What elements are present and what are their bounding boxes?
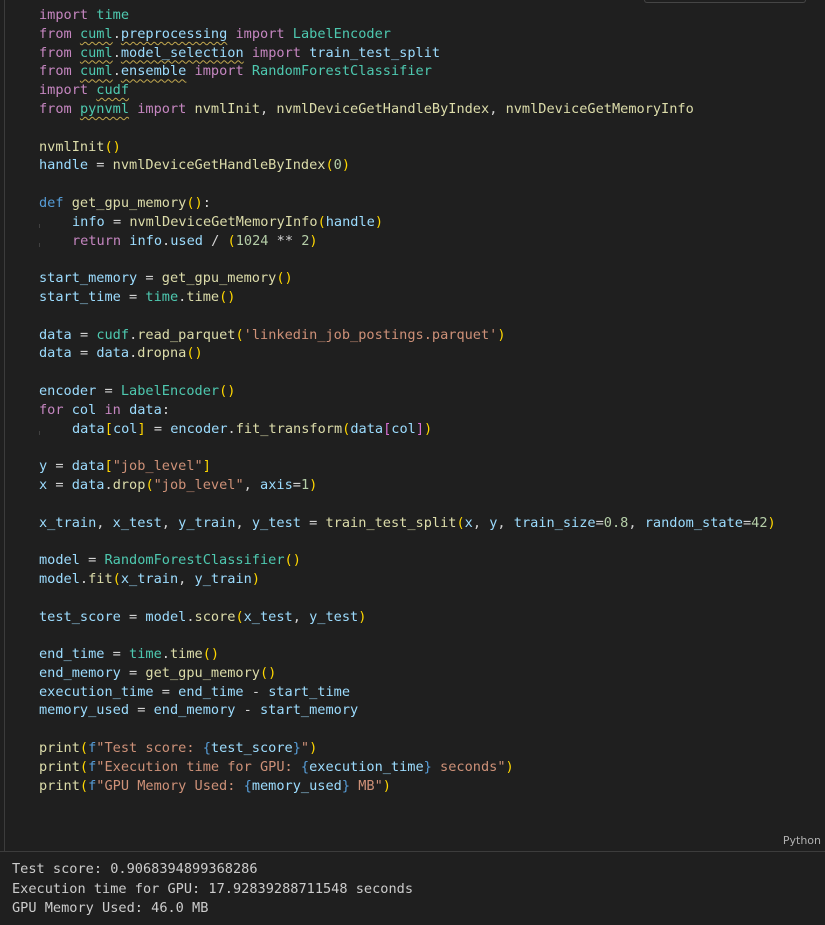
code-line: start_memory = get_gpu_memory() [39, 270, 293, 287]
code-line: end_memory = get_gpu_memory() [39, 664, 277, 681]
code-line: handle = nvmlDeviceGetHandleByIndex(0) [39, 157, 351, 174]
code-line: info = nvmlDeviceGetMemoryInfo(handle) [39, 213, 384, 230]
code-line: data = cudf.read_parquet('linkedin_job_p… [39, 326, 506, 343]
code-line: model = RandomForestClassifier() [39, 552, 301, 569]
code-line: data[col] = encoder.fit_transform(data[c… [39, 420, 433, 437]
code-line: nvmlInit() [39, 138, 121, 155]
code-line: import cudf [39, 82, 130, 99]
output-line: Test score: 0.9068394899368286 [12, 861, 258, 877]
code-line: from cuml.model_selection import train_t… [39, 44, 441, 61]
code-line: print(f"GPU Memory Used: {memory_used} M… [39, 777, 391, 794]
code-editor[interactable]: import time from cuml.preprocessing impor… [39, 6, 776, 795]
output-line: Execution time for GPU: 17.9283928871154… [12, 880, 414, 897]
code-line: test_score = model.score(x_test, y_test) [39, 608, 367, 625]
code-line: execution_time = end_time - start_time [39, 683, 351, 700]
code-line: print(f"Execution time for GPU: {executi… [39, 758, 514, 775]
code-line: memory_used = end_memory - start_memory [39, 702, 359, 719]
code-line: x_train, x_test, y_train, y_test = train… [39, 514, 776, 531]
notebook-code-cell[interactable]: import time from cuml.preprocessing impor… [4, 0, 825, 851]
code-line: encoder = LabelEncoder() [39, 382, 236, 399]
code-line: end_time = time.time() [39, 646, 220, 663]
cell-divider [0, 851, 825, 852]
code-line: x = data.drop("job_level", axis=1) [39, 476, 318, 493]
code-line: y = data["job_level"] [39, 458, 211, 475]
code-line: data = data.dropna() [39, 345, 203, 362]
code-line: print(f"Test score: {test_score}") [39, 740, 318, 757]
code-line: return info.used / (1024 ** 2) [39, 232, 318, 249]
code-line: import time [39, 7, 130, 23]
code-line: from cuml.ensemble import RandomForestCl… [39, 63, 432, 80]
code-line: def get_gpu_memory(): [39, 194, 211, 211]
cell-toolbar[interactable] [644, 0, 806, 3]
output-line: GPU Memory Used: 46.0 MB [12, 900, 209, 916]
cell-output: Test score: 0.9068394899368286 Execution … [12, 860, 413, 919]
code-line: start_time = time.time() [39, 288, 236, 305]
code-line: from cuml.preprocessing import LabelEnco… [39, 25, 391, 42]
code-line: for col in data: [39, 401, 170, 418]
code-line: model.fit(x_train, y_train) [39, 570, 261, 587]
cell-language-label[interactable]: Python [783, 834, 821, 847]
code-line: from pynvml import nvmlInit, nvmlDeviceG… [39, 100, 694, 117]
